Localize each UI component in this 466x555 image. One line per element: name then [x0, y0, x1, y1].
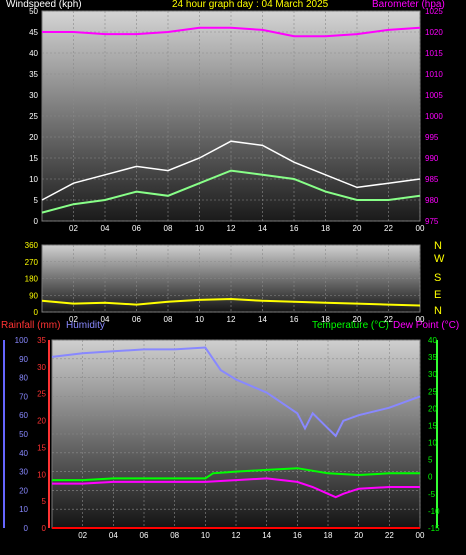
wind-xtick-02: 02 [69, 224, 78, 233]
rain-ytick-0: 0 [42, 524, 47, 533]
temp-ytick--10: -10 [428, 507, 440, 516]
humidity-axis-title: Humidity [66, 320, 105, 331]
wind-ytick-30: 30 [29, 91, 38, 100]
baro-ytick-1005: 1005 [425, 91, 443, 100]
compass-label-n-top: N [434, 240, 442, 252]
baro-ytick-985: 985 [425, 175, 439, 184]
wind-xtick-12: 12 [227, 224, 236, 233]
wind-ytick-25: 25 [29, 112, 38, 121]
humidity-ytick-40: 40 [19, 449, 28, 458]
temp-xtick-20: 20 [354, 531, 363, 540]
dir-xtick-12: 12 [227, 315, 236, 324]
wind-xtick-14: 14 [258, 224, 267, 233]
humidity-ytick-0: 0 [24, 524, 29, 533]
windspeed-axis-title: Windspeed (kph) [6, 0, 82, 10]
compass-label-w: W [434, 253, 445, 265]
rain-ytick-20: 20 [37, 417, 46, 426]
humidity-ytick-10: 10 [19, 505, 28, 514]
baro-ytick-1020: 1020 [425, 28, 443, 37]
wind-xtick-16: 16 [290, 224, 299, 233]
wind-ytick-45: 45 [29, 28, 38, 37]
wind-xtick-06: 06 [132, 224, 141, 233]
dir-ytick-270: 270 [25, 258, 39, 267]
baro-ytick-995: 995 [425, 133, 439, 142]
compass-label-s: S [434, 272, 442, 284]
baro-ytick-975: 975 [425, 217, 439, 226]
wind-ytick-15: 15 [29, 154, 38, 163]
graph-title: 24 hour graph day : 04 March 2025 [172, 0, 329, 10]
wind-ytick-0: 0 [34, 217, 39, 226]
rain-ytick-30: 30 [37, 363, 46, 372]
humidity-ytick-50: 50 [19, 430, 28, 439]
dir-ytick-360: 360 [25, 241, 39, 250]
humidity-ytick-80: 80 [19, 374, 28, 383]
dir-ytick-0: 0 [34, 308, 39, 317]
temp-ytick--15: -15 [428, 524, 440, 533]
wind-ytick-35: 35 [29, 70, 38, 79]
temp-ytick--5: -5 [428, 490, 436, 499]
wind-ytick-40: 40 [29, 49, 38, 58]
temp-ytick-25: 25 [428, 387, 437, 396]
humidity-ytick-30: 30 [19, 468, 28, 477]
baro-ytick-980: 980 [425, 196, 439, 205]
humidity-ytick-100: 100 [15, 336, 29, 345]
wind-xtick-00: 00 [416, 224, 425, 233]
wind-ytick-10: 10 [29, 175, 38, 184]
baro-ytick-1015: 1015 [425, 49, 443, 58]
compass-label-e: E [434, 289, 442, 301]
dir-xtick-06: 06 [132, 315, 141, 324]
humidity-ytick-70: 70 [19, 392, 28, 401]
humidity-ytick-90: 90 [19, 355, 28, 364]
weather-graph: 02 04 06 08 10 12 14 16 18 20 22 000510152025303540… [3, 7, 443, 540]
rain-ytick-35: 35 [37, 336, 46, 345]
temperature-axis-title: Temperature (°C) [312, 320, 389, 331]
temp-ytick-35: 35 [428, 353, 437, 362]
dir-ytick-180: 180 [25, 275, 39, 284]
temp-ytick-20: 20 [428, 404, 437, 413]
temp-ytick-30: 30 [428, 370, 437, 379]
dewpoint-axis-title: Dew Point (°C) [393, 320, 460, 331]
humidity-ytick-20: 20 [19, 486, 28, 495]
temp-xtick-00: 00 [416, 531, 425, 540]
baro-ytick-1010: 1010 [425, 70, 443, 79]
temp-xtick-06: 06 [140, 531, 149, 540]
temp-ytick-0: 0 [428, 473, 433, 482]
temp-xtick-16: 16 [293, 531, 302, 540]
wind-ytick-5: 5 [34, 196, 39, 205]
wind-xtick-04: 04 [101, 224, 110, 233]
rainfall-axis-title: Rainfall (mm) [1, 320, 61, 331]
dir-xtick-16: 16 [290, 315, 299, 324]
wind-ytick-20: 20 [29, 133, 38, 142]
rain-ytick-25: 25 [37, 390, 46, 399]
temp-xtick-14: 14 [262, 531, 271, 540]
temp-ytick-10: 10 [428, 439, 437, 448]
wind-xtick-10: 10 [195, 224, 204, 233]
wind-xtick-22: 22 [384, 224, 393, 233]
temp-xtick-10: 10 [201, 531, 210, 540]
temp-ytick-15: 15 [428, 421, 437, 430]
baro-ytick-990: 990 [425, 154, 439, 163]
rain-ytick-15: 15 [37, 443, 46, 452]
wind-xtick-18: 18 [321, 224, 330, 233]
baro-ytick-1000: 1000 [425, 112, 443, 121]
rain-ytick-10: 10 [37, 470, 46, 479]
rain-ytick-5: 5 [42, 497, 47, 506]
temp-xtick-08: 08 [170, 531, 179, 540]
temp-xtick-02: 02 [78, 531, 87, 540]
compass-label-n-bottom: N [434, 305, 442, 317]
temp-ytick-5: 5 [428, 456, 433, 465]
wind-xtick-08: 08 [164, 224, 173, 233]
temp-xtick-22: 22 [385, 531, 394, 540]
dir-xtick-10: 10 [195, 315, 204, 324]
temp-xtick-04: 04 [109, 531, 118, 540]
temp-xtick-12: 12 [232, 531, 241, 540]
wind-xtick-20: 20 [353, 224, 362, 233]
temp-xtick-18: 18 [324, 531, 333, 540]
dir-ytick-90: 90 [29, 291, 38, 300]
temp-ytick-40: 40 [428, 336, 437, 345]
dir-xtick-14: 14 [258, 315, 267, 324]
barometer-axis-title: Barometer (hpa) [372, 0, 445, 10]
humidity-ytick-60: 60 [19, 411, 28, 420]
dir-xtick-08: 08 [164, 315, 173, 324]
